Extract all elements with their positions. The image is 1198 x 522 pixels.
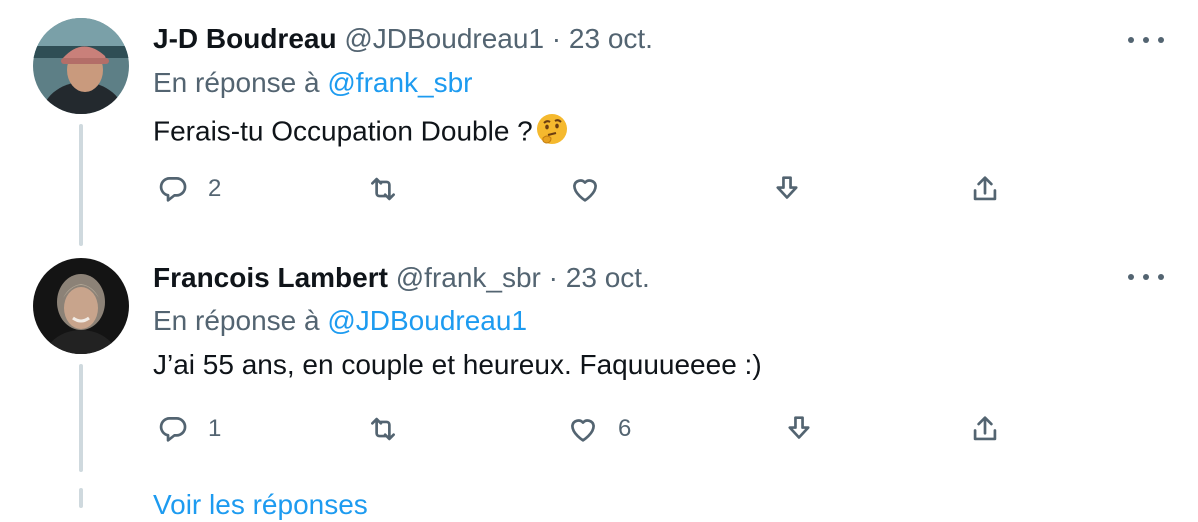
separator: · <box>548 262 558 293</box>
download-arrow-icon <box>776 176 798 199</box>
like-button[interactable] <box>568 172 602 206</box>
author-handle[interactable]: @frank_sbr <box>396 262 541 293</box>
tweet-text: Ferais-tu Occupation Double ? <box>153 112 569 154</box>
share-button[interactable] <box>968 412 1002 446</box>
thinking-face-emoji-icon <box>535 112 569 154</box>
tweet-text-content: Ferais-tu Occupation Double ? <box>153 115 533 147</box>
avatar[interactable] <box>33 258 129 354</box>
reply-button[interactable]: 1 <box>156 412 221 446</box>
reply-icon <box>159 417 187 442</box>
retweet-icon <box>371 417 395 441</box>
tweet-header: J-D Boudreau @JDBoudreau1 · 23 oct. <box>153 22 653 56</box>
heart-icon <box>573 179 597 202</box>
more-dot <box>1158 37 1164 43</box>
tweet-date[interactable]: 23 oct. <box>566 262 650 293</box>
tweet[interactable]: J-D Boudreau @JDBoudreau1 · 23 oct. En r… <box>0 0 1198 250</box>
show-replies-link[interactable]: Voir les réponses <box>153 488 368 522</box>
reply-mention[interactable]: @frank_sbr <box>327 67 472 98</box>
thread-line <box>79 364 83 472</box>
more-options-button[interactable] <box>1128 30 1164 50</box>
like-button[interactable]: 6 <box>566 412 631 446</box>
avatar[interactable] <box>33 18 129 114</box>
reply-count: 1 <box>208 415 222 442</box>
thread-line <box>79 488 83 508</box>
heart-icon <box>571 419 595 442</box>
more-dot <box>1128 274 1134 280</box>
author-handle[interactable]: @JDBoudreau1 <box>344 23 544 54</box>
more-options-button[interactable] <box>1128 267 1164 287</box>
retweet-button[interactable] <box>366 412 400 446</box>
download-button[interactable] <box>770 172 804 206</box>
retweet-button[interactable] <box>366 172 400 206</box>
more-dot <box>1158 274 1164 280</box>
more-dot <box>1128 37 1134 43</box>
tweet-header: Francois Lambert @frank_sbr · 23 oct. <box>153 261 650 295</box>
reply-mention[interactable]: @JDBoudreau1 <box>327 305 527 336</box>
reply-button[interactable]: 2 <box>156 172 221 206</box>
share-button[interactable] <box>968 172 1002 206</box>
share-icon <box>973 416 997 441</box>
author-name[interactable]: J-D Boudreau <box>153 23 337 54</box>
download-arrow-icon <box>788 416 810 439</box>
more-dot <box>1143 274 1149 280</box>
author-name[interactable]: Francois Lambert <box>153 262 388 293</box>
download-button[interactable] <box>782 412 816 446</box>
tweet-text: J’ai 55 ans, en couple et heureux. Faquu… <box>153 349 762 380</box>
tweet[interactable]: Francois Lambert @frank_sbr · 23 oct. En… <box>0 250 1198 508</box>
thread-line <box>79 124 83 246</box>
reply-prefix: En réponse à <box>153 67 320 98</box>
reply-context: En réponse à @JDBoudreau1 <box>153 304 527 338</box>
separator: · <box>551 23 562 54</box>
share-icon <box>973 176 997 201</box>
reply-context: En réponse à @frank_sbr <box>153 66 473 100</box>
reply-count: 2 <box>208 175 222 202</box>
tweet-date[interactable]: 23 oct. <box>569 23 653 54</box>
like-count: 6 <box>618 415 632 442</box>
retweet-icon <box>371 177 395 201</box>
more-dot <box>1143 37 1149 43</box>
reply-icon <box>159 177 187 202</box>
reply-prefix: En réponse à <box>153 305 320 336</box>
